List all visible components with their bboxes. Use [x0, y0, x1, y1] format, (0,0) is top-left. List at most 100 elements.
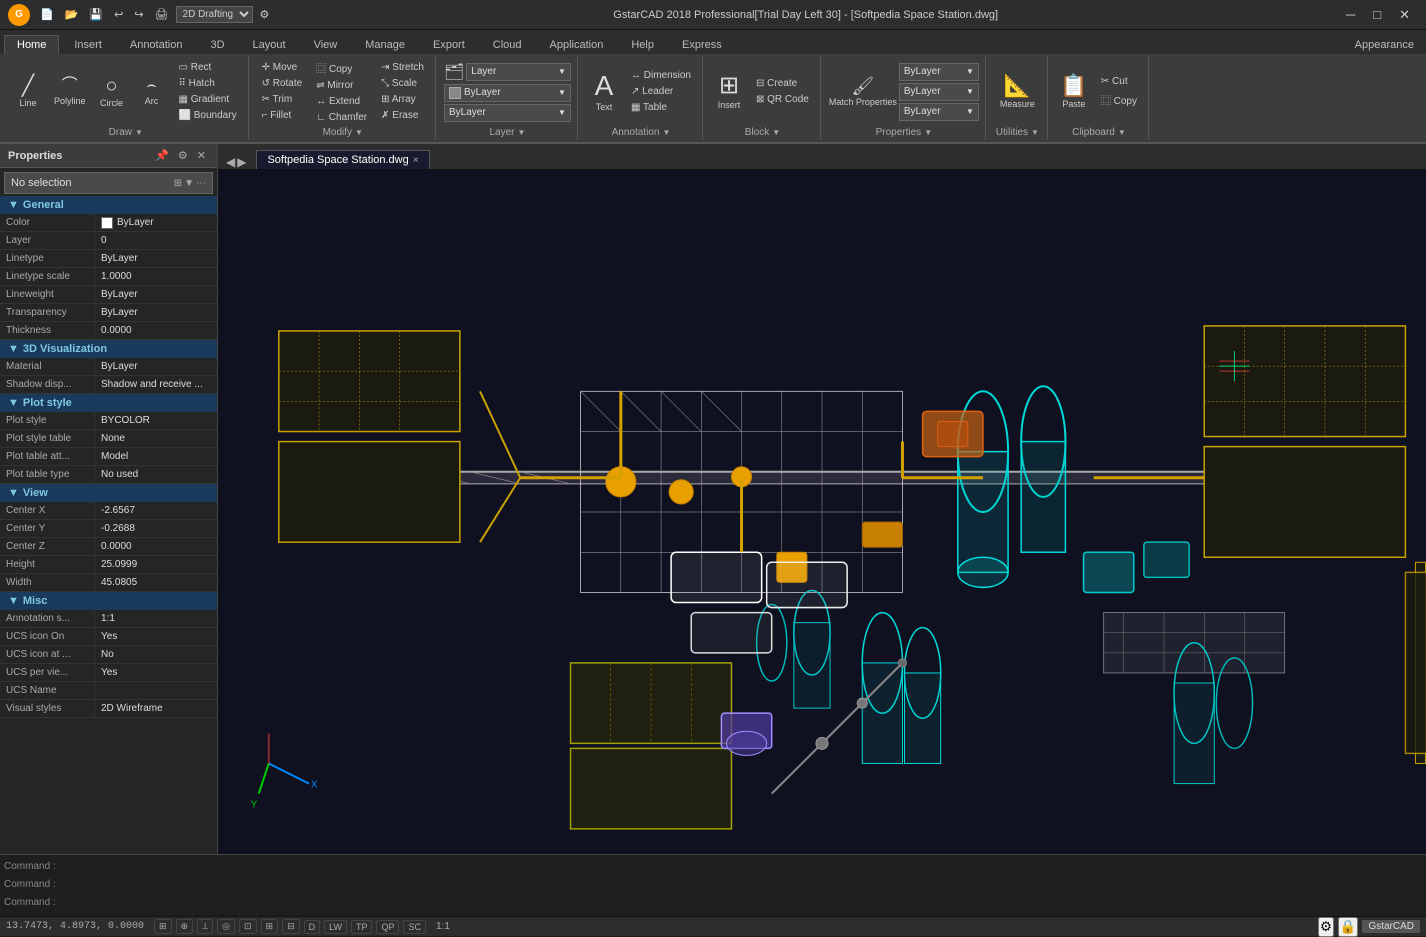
dimension-tool[interactable]: ↔ Dimension [626, 68, 696, 83]
prop-linetype[interactable]: Linetype ByLayer [0, 250, 217, 268]
chamfer-tool[interactable]: ∟ Chamfer [311, 110, 372, 125]
gradient-tool[interactable]: ▦ Gradient [174, 92, 242, 107]
dyn-btn[interactable]: D [304, 920, 321, 934]
line-tool[interactable]: ╱ Line [10, 74, 46, 110]
tab-3d[interactable]: 3D [197, 35, 237, 54]
tab-manage[interactable]: Manage [352, 35, 418, 54]
tab-view[interactable]: View [301, 35, 351, 54]
osnap-btn[interactable]: ⊡ [239, 919, 257, 934]
paste-tool[interactable]: 📋 Paste [1056, 73, 1092, 111]
tab-home[interactable]: Home [4, 35, 59, 54]
create-block-tool[interactable]: ⊟ Create [751, 76, 814, 91]
command-input-1[interactable] [68, 861, 1422, 872]
prop-height[interactable]: Height 25.0999 [0, 556, 217, 574]
prop-plot-table-att[interactable]: Plot table att... Model [0, 448, 217, 466]
tab-export[interactable]: Export [420, 35, 478, 54]
workspace-dropdown[interactable]: 2D Drafting [176, 6, 253, 23]
prop-layer[interactable]: Layer 0 [0, 232, 217, 250]
qat-save[interactable]: 💾 [85, 6, 107, 23]
measure-tool[interactable]: 📐 Measure [996, 73, 1039, 111]
qat-open[interactable]: 📂 [61, 6, 83, 23]
properties-settings-btn[interactable]: ⚙ [175, 148, 191, 163]
insert-tool[interactable]: ⊞ Insert [711, 72, 747, 112]
prop-ucs-icon-on[interactable]: UCS icon On Yes [0, 628, 217, 646]
extend-tool[interactable]: ↔ Extend [311, 94, 372, 109]
prop-plot-style[interactable]: Plot style BYCOLOR [0, 412, 217, 430]
rectangle-tool[interactable]: ▭ Rect [174, 60, 242, 75]
section-plot-style[interactable]: ▼ Plot style [0, 394, 217, 412]
prop-linetype-scale[interactable]: Linetype scale 1.0000 [0, 268, 217, 286]
polar-btn[interactable]: ◎ [217, 919, 235, 934]
prop-ucs-name[interactable]: UCS Name [0, 682, 217, 700]
ortho-btn[interactable]: ⟂ [197, 919, 213, 934]
layer-linetype-dropdown[interactable]: ByLayer [444, 104, 571, 122]
command-input-2[interactable] [68, 879, 1422, 890]
tp-btn[interactable]: TP [351, 920, 373, 934]
sc-btn[interactable]: SC [403, 920, 426, 934]
close-button[interactable]: ✕ [1391, 5, 1418, 25]
canvas-next-btn[interactable]: ▶ [237, 155, 246, 169]
qp-btn[interactable]: QP [376, 920, 399, 934]
utilities-group-label[interactable]: Utilities ▼ [994, 125, 1041, 138]
prop-lineweight[interactable]: Lineweight ByLayer [0, 286, 217, 304]
snap-grid-btn[interactable]: ⊞ [154, 919, 172, 934]
canvas-prev-btn[interactable]: ◀ [226, 155, 235, 169]
mirror-tool[interactable]: ⇌ Mirror [311, 78, 372, 93]
arc-tool[interactable]: ⌢ Arc [134, 76, 170, 108]
qat-new[interactable]: 📄 [36, 6, 58, 23]
layer-group-label[interactable]: Layer ▼ [444, 125, 571, 138]
qat-redo[interactable]: ↪ [130, 6, 147, 23]
tab-annotation[interactable]: Annotation [117, 35, 196, 54]
section-view[interactable]: ▼ View [0, 484, 217, 502]
boundary-tool[interactable]: ⬜ Boundary [174, 108, 242, 123]
stretch-tool[interactable]: ⇥ Stretch [376, 60, 429, 75]
select-options-btn[interactable]: ⋯ [196, 178, 206, 189]
clipboard-group-label[interactable]: Clipboard ▼ [1056, 125, 1142, 138]
circle-tool[interactable]: ○ Circle [94, 74, 130, 110]
copy-clip-tool[interactable]: ⿴ Copy [1096, 90, 1142, 109]
layer-color-dropdown[interactable]: ByLayer [444, 84, 571, 102]
otrack-btn[interactable]: ⊞ [261, 919, 279, 934]
selection-dropdown[interactable]: No selection ⊞ ▼ ⋯ [4, 172, 213, 194]
prop-center-x[interactable]: Center X -2.6567 [0, 502, 217, 520]
prop-shadow[interactable]: Shadow disp... Shadow and receive ... [0, 376, 217, 394]
command-input-3[interactable] [68, 897, 1422, 908]
tab-layout[interactable]: Layout [240, 35, 299, 54]
drawing-area[interactable]: X Y [218, 170, 1426, 854]
tab-express[interactable]: Express [669, 35, 735, 54]
prop-thickness[interactable]: Thickness 0.0000 [0, 322, 217, 340]
prop-plot-style-table[interactable]: Plot style table None [0, 430, 217, 448]
snap-btn[interactable]: ⊕ [176, 919, 194, 934]
app-logo[interactable]: G [8, 4, 30, 26]
layer-dropdown[interactable]: Layer [466, 63, 571, 81]
prop-plot-table-type[interactable]: Plot table type No used [0, 466, 217, 484]
draw-group-label[interactable]: Draw ▼ [10, 125, 242, 138]
leader-tool[interactable]: ↗ Leader [626, 84, 696, 99]
tab-application[interactable]: Application [537, 35, 617, 54]
prop-material[interactable]: Material ByLayer [0, 358, 217, 376]
tab-cloud[interactable]: Cloud [480, 35, 535, 54]
prop-ucs-per-view[interactable]: UCS per vie... Yes [0, 664, 217, 682]
tab-help[interactable]: Help [618, 35, 667, 54]
select-all-btn[interactable]: ⊞ [174, 178, 182, 189]
prop-center-z[interactable]: Center Z 0.0000 [0, 538, 217, 556]
drawing-tab[interactable]: Softpedia Space Station.dwg × [256, 150, 429, 169]
erase-tool[interactable]: ✗ Erase [376, 108, 429, 123]
hatch-tool[interactable]: ⠿ Hatch [174, 76, 242, 91]
scale-tool[interactable]: ⤡ Scale [376, 76, 429, 91]
maximize-button[interactable]: □ [1365, 5, 1389, 25]
move-tool[interactable]: ✛ Move [257, 60, 308, 75]
annotation-group-label[interactable]: Annotation ▼ [586, 125, 696, 138]
section-misc[interactable]: ▼ Misc [0, 592, 217, 610]
prop-width[interactable]: Width 45.0805 [0, 574, 217, 592]
lw-btn[interactable]: LW [324, 920, 347, 934]
cut-tool[interactable]: ✂ Cut [1096, 74, 1142, 89]
appearance-button[interactable]: Appearance [1343, 36, 1426, 54]
match-properties-btn[interactable]: 🖌 Match Properties [829, 76, 897, 107]
prop-transparency[interactable]: Transparency ByLayer [0, 304, 217, 322]
minimize-button[interactable]: ─ [1338, 5, 1363, 25]
qat-undo[interactable]: ↩ [110, 6, 127, 23]
ducs-btn[interactable]: ⊟ [282, 919, 300, 934]
qat-print[interactable]: 🖨 [151, 6, 173, 23]
tab-insert[interactable]: Insert [61, 35, 115, 54]
